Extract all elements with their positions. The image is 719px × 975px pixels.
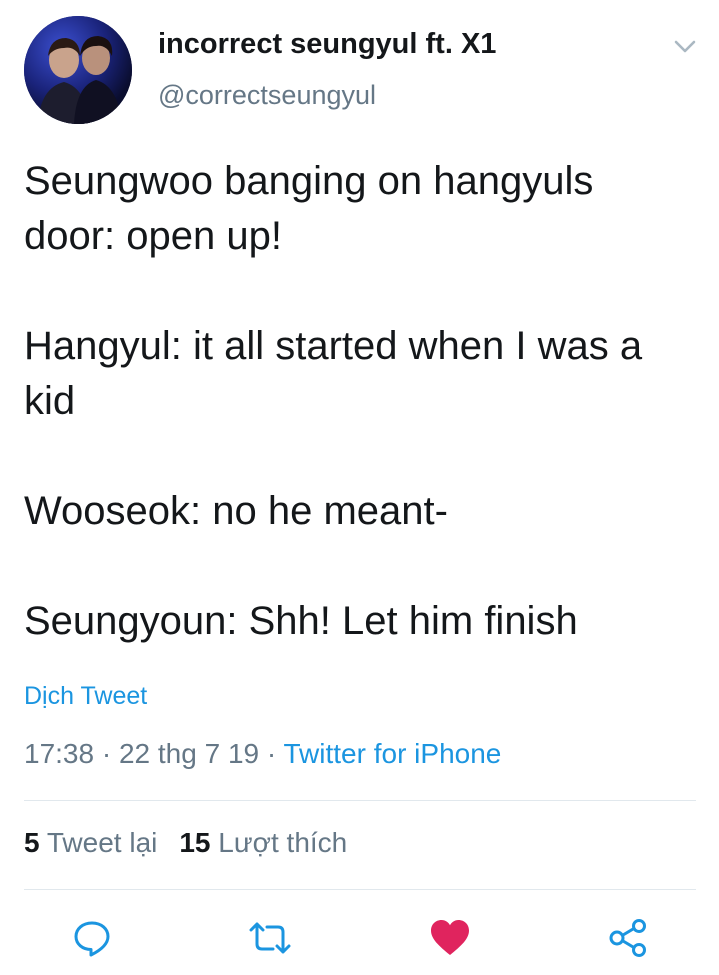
avatar-photo bbox=[24, 16, 132, 124]
tweet-detail: incorrect seungyul ft. X1 @correctseungy… bbox=[0, 0, 719, 975]
share-nodes-icon bbox=[609, 919, 646, 957]
meta-separator: · bbox=[94, 738, 119, 769]
translate-tweet-link[interactable]: Dịch Tweet bbox=[24, 682, 147, 711]
like-button[interactable] bbox=[428, 916, 472, 960]
display-name[interactable]: incorrect seungyul ft. X1 bbox=[158, 28, 496, 61]
retweet-arrows-icon bbox=[249, 922, 291, 954]
divider bbox=[24, 889, 696, 890]
tweet-paragraph: Seungwoo banging on hangyuls door: open … bbox=[24, 159, 594, 258]
meta-separator: · bbox=[259, 738, 284, 769]
likes-label: Lượt thích bbox=[218, 827, 348, 858]
retweets-label: Tweet lại bbox=[46, 827, 158, 858]
chevron-down-icon[interactable] bbox=[668, 34, 702, 60]
tweet-source-link[interactable]: Twitter for iPhone bbox=[283, 738, 501, 769]
divider bbox=[24, 800, 696, 801]
heart-icon bbox=[431, 920, 469, 955]
tweet-time: 17:38 bbox=[24, 738, 95, 769]
retweet-button[interactable] bbox=[248, 916, 292, 960]
tweet-paragraph: Hangyul: it all started when I was a kid bbox=[24, 324, 643, 423]
tweet-text: Seungwoo banging on hangyuls door: open … bbox=[24, 154, 694, 649]
likes-stat[interactable]: 15 Lượt thích bbox=[179, 827, 347, 858]
share-button[interactable] bbox=[606, 916, 650, 960]
tweet-stats: 5 Tweet lại 15 Lượt thích bbox=[24, 827, 347, 859]
retweets-stat[interactable]: 5 Tweet lại bbox=[24, 827, 157, 858]
tweet-date: 22 thg 7 19 bbox=[118, 738, 260, 769]
tweet-paragraph: Wooseok: no he meant- bbox=[24, 489, 448, 533]
reply-button[interactable] bbox=[70, 916, 114, 960]
avatar[interactable] bbox=[24, 16, 132, 124]
retweets-count: 5 bbox=[24, 827, 40, 858]
tweet-metadata: 17:38 · 22 thg 7 19 · Twitter for iPhone bbox=[24, 738, 501, 770]
likes-count: 15 bbox=[179, 827, 211, 858]
user-handle[interactable]: @correctseungyul bbox=[158, 80, 376, 111]
tweet-paragraph: Seungyoun: Shh! Let him finish bbox=[24, 599, 578, 643]
comment-bubble-icon bbox=[74, 921, 110, 957]
